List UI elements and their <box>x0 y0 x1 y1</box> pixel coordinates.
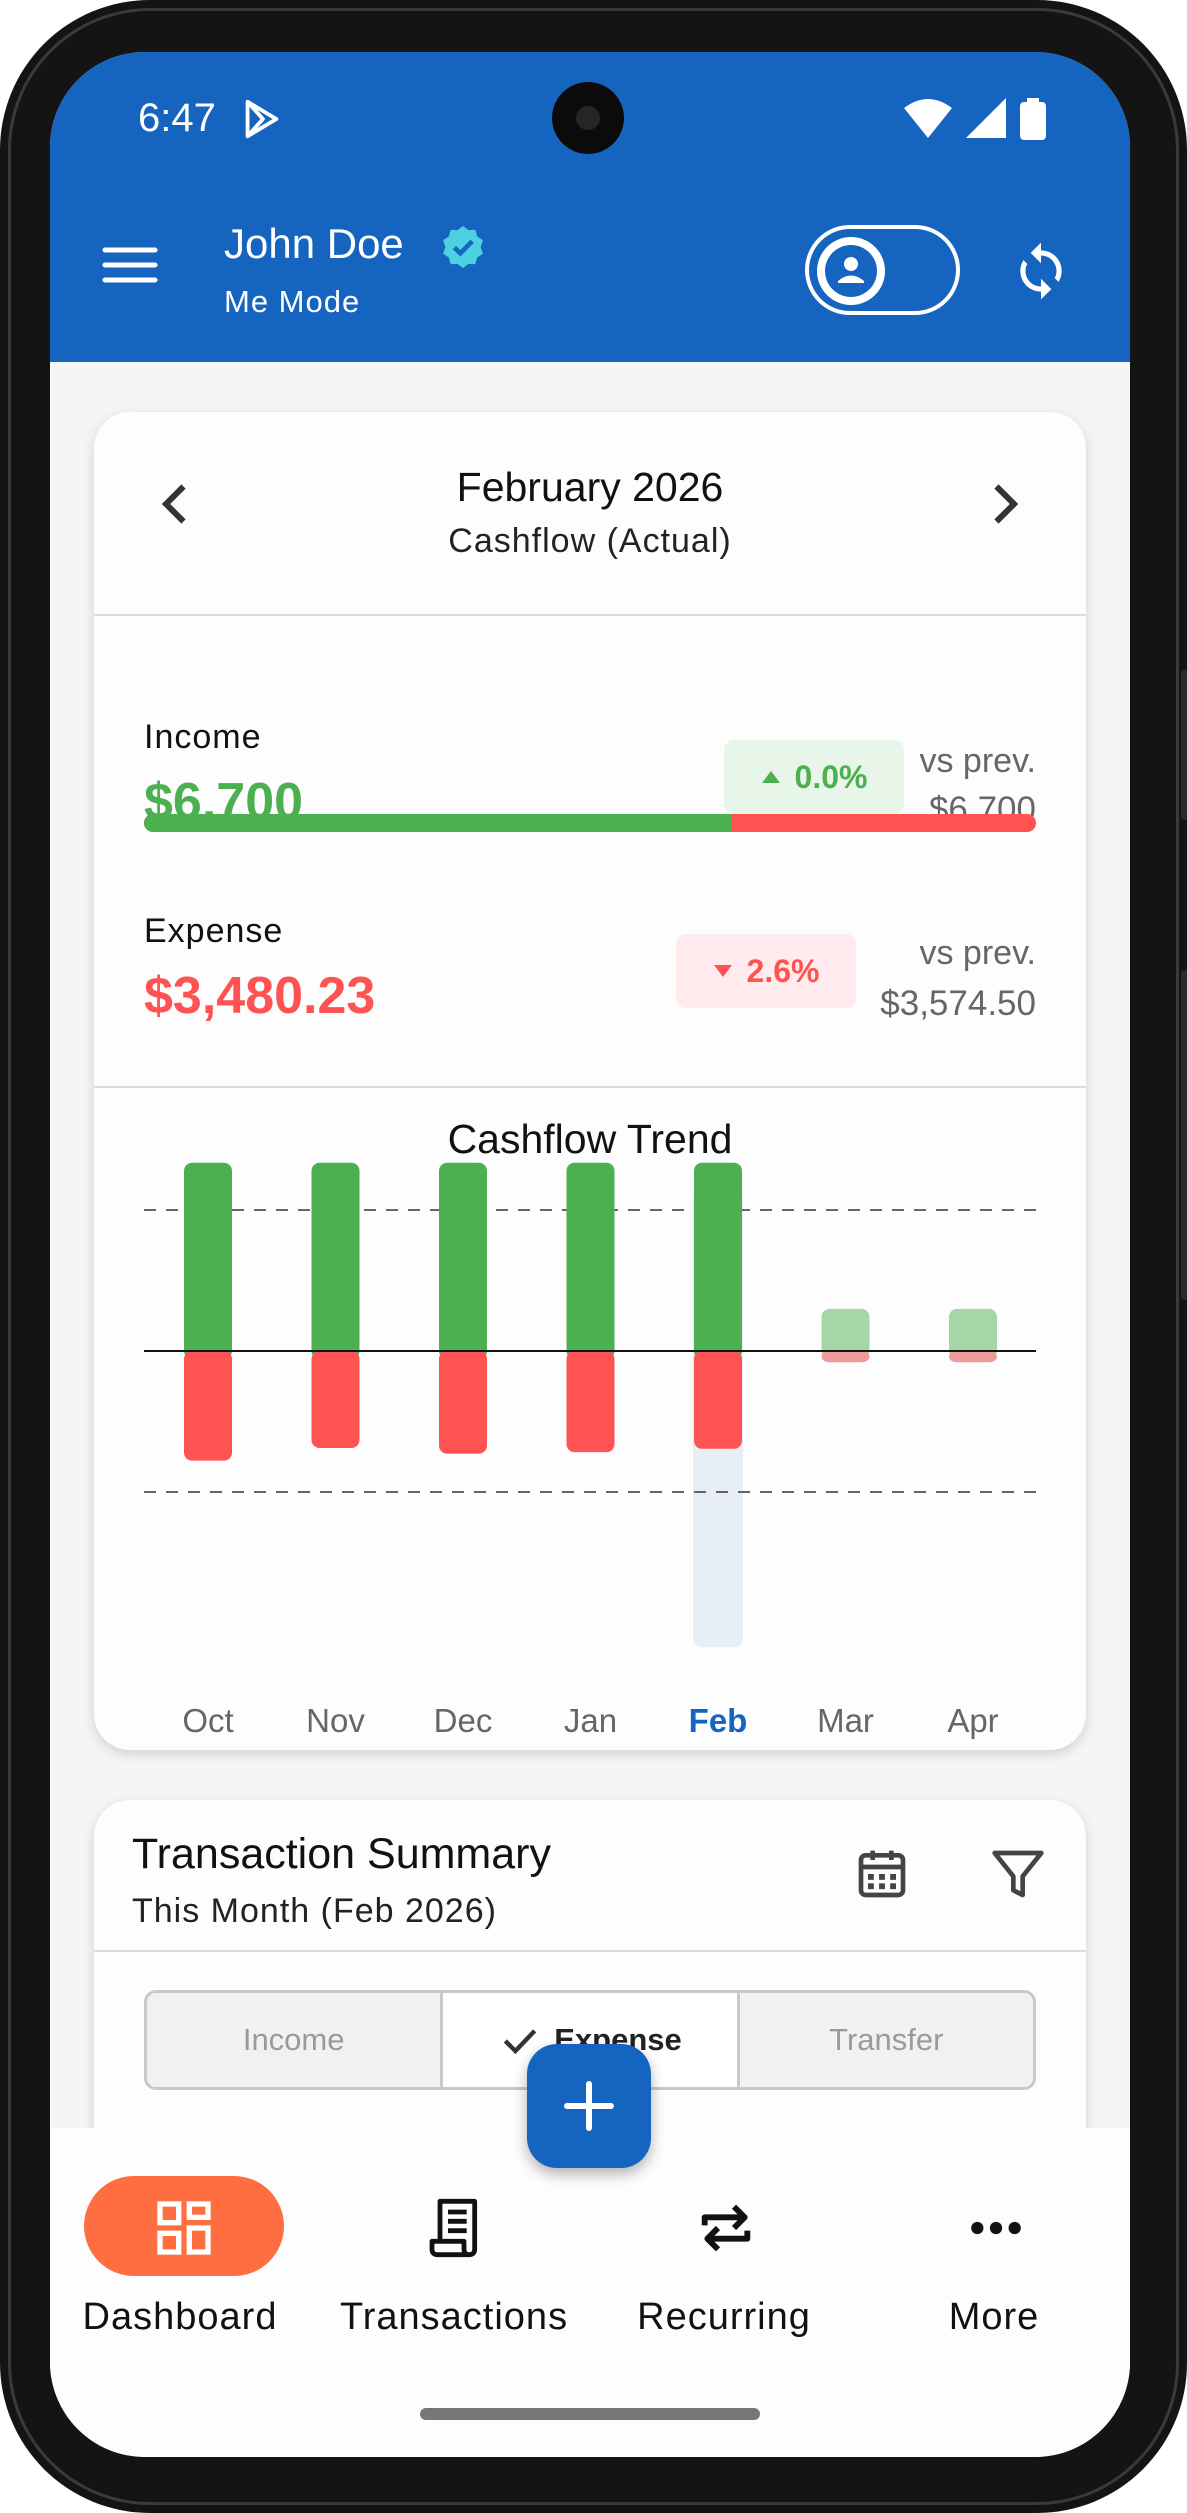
expense-label: Expense <box>144 912 284 950</box>
x-tick-label: Mar <box>817 1702 874 1739</box>
expense-bar <box>184 1351 232 1461</box>
income-change: 0.0% <box>794 758 868 795</box>
menu-icon[interactable] <box>100 235 160 295</box>
play-store-icon <box>245 99 279 139</box>
expense-prev-value: $3,574.50 <box>880 984 1036 1023</box>
month-subtitle: Cashflow (Actual) <box>448 522 732 560</box>
cashflow-card: February 2026 Cashflow (Actual) Income $… <box>94 412 1086 1750</box>
sync-icon[interactable] <box>1010 240 1072 302</box>
income-bar <box>311 1162 360 1359</box>
income-bar <box>566 1162 615 1359</box>
mode-toggle[interactable] <box>805 225 960 315</box>
expense-bar <box>311 1351 360 1448</box>
tab-transfer[interactable]: Transfer <box>736 1993 1033 2087</box>
month-title: February 2026 <box>456 464 724 510</box>
nav-more-label: More <box>948 2296 1040 2338</box>
expense-vs-label: vs prev. <box>919 934 1036 972</box>
repeat-icon <box>701 2204 751 2252</box>
dashboard-icon <box>157 2201 211 2255</box>
income-expense-ratio-bar <box>144 814 1036 832</box>
income-bar <box>439 1162 487 1359</box>
user-name: John Doe <box>224 220 404 267</box>
bottom-navigation: Dashboard Transactions Recurring More <box>50 2128 1130 2457</box>
nav-dashboard-label: Dashboard <box>82 2296 278 2338</box>
divider <box>94 1086 1086 1088</box>
user-mode: Me Mode <box>224 284 361 319</box>
filter-icon[interactable] <box>990 1846 1046 1902</box>
expense-change: 2.6% <box>746 952 820 989</box>
cashflow-trend-chart: Oct Nov Dec Jan Feb Mar Apr <box>144 1162 1036 1739</box>
verified-icon <box>443 225 483 269</box>
signal-icon <box>966 98 1006 138</box>
home-indicator[interactable] <box>420 2408 760 2420</box>
x-tick-label: Nov <box>306 1702 365 1739</box>
nav-transactions-label: Transactions <box>339 2296 569 2338</box>
plus-icon <box>564 2081 614 2131</box>
transaction-summary-title: Transaction Summary <box>132 1830 551 1878</box>
nav-more[interactable]: More <box>864 2128 1124 2338</box>
phone-frame: 6:47 John Doe Me Mode February 2026 Cash… <box>0 0 1187 2513</box>
expense-change-badge: 2.6% <box>676 934 856 1008</box>
status-bar: 6:47 <box>50 52 1130 182</box>
income-vs-label: vs prev. <box>919 742 1036 780</box>
expense-amount: $3,480.23 <box>144 967 376 1025</box>
app-bar: 6:47 John Doe Me Mode <box>50 52 1130 362</box>
expense-bar <box>821 1351 870 1363</box>
nav-dashboard[interactable]: Dashboard <box>50 2128 310 2338</box>
expense-bar <box>949 1351 997 1363</box>
receipt-icon <box>429 2198 478 2258</box>
income-bar <box>694 1162 742 1359</box>
arrow-up-icon <box>761 771 780 783</box>
front-camera <box>552 82 624 154</box>
expense-bar <box>566 1351 615 1453</box>
add-transaction-fab[interactable] <box>527 2044 651 2168</box>
toggle-knob <box>817 237 885 305</box>
calendar-icon[interactable] <box>854 1846 910 1902</box>
income-label: Income <box>144 718 262 756</box>
transaction-summary-subtitle: This Month (Feb 2026) <box>132 1892 497 1930</box>
screen: 6:47 John Doe Me Mode February 2026 Cash… <box>50 52 1130 2457</box>
x-tick-label: Feb <box>689 1702 748 1739</box>
tab-transfer-label: Transfer <box>829 2022 944 2057</box>
divider <box>94 614 1086 616</box>
expense-bar <box>694 1351 742 1449</box>
nav-recurring-label: Recurring <box>637 2296 811 2338</box>
arrow-down-icon <box>713 965 732 977</box>
divider <box>94 1950 1086 1952</box>
more-icon <box>971 2221 1021 2235</box>
expense-bar <box>439 1351 487 1454</box>
income-ratio-fill <box>144 814 731 832</box>
x-tick-label: Jan <box>564 1702 617 1739</box>
income-change-badge: 0.0% <box>724 740 904 814</box>
battery-icon <box>1020 98 1046 140</box>
x-tick-label: Dec <box>434 1702 493 1739</box>
tab-income[interactable]: Income <box>147 1993 441 2087</box>
tab-income-label: Income <box>242 2022 345 2057</box>
x-tick-label: Apr <box>947 1702 998 1739</box>
status-time: 6:47 <box>138 96 216 140</box>
x-tick-label: Oct <box>182 1702 233 1739</box>
wifi-icon <box>904 99 952 138</box>
next-month-icon[interactable] <box>974 474 1034 534</box>
status-icons <box>904 98 1046 140</box>
person-icon <box>825 245 877 297</box>
income-bar <box>184 1162 232 1359</box>
